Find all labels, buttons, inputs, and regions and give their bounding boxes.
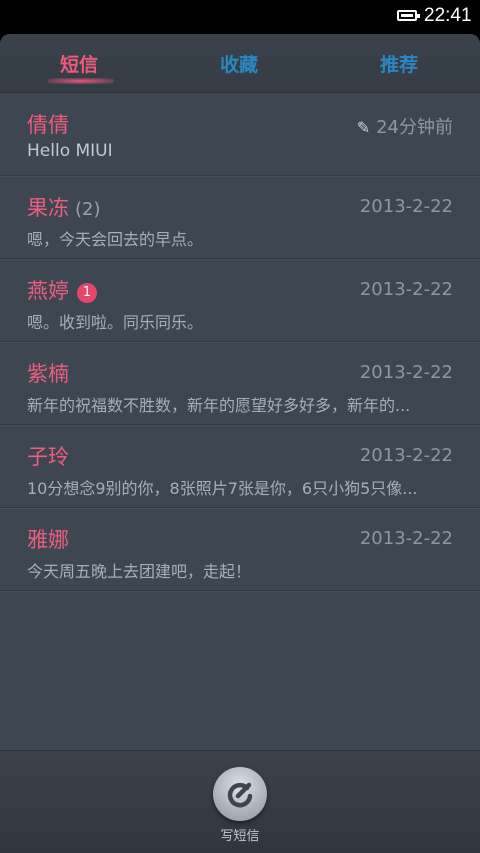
contact-name: 倩倩 <box>27 113 69 137</box>
message-preview: 新年的祝福数不胜数，新年的愿望好多好多，新年的... <box>27 396 411 415</box>
compose-button[interactable] <box>213 767 267 821</box>
conversation-row[interactable]: 子玲 2013-2-22 10分想念9别的你，8张照片7张是你，6只小狗5只像.… <box>0 425 480 508</box>
battery-icon <box>397 10 420 21</box>
status-bar: 22:41 <box>0 0 480 34</box>
message-time: 2013-2-22 <box>359 528 453 549</box>
draft-pencil-icon: ✎ <box>356 118 371 137</box>
tab-sms[interactable]: 短信 <box>60 50 98 77</box>
message-time: 2013-2-22 <box>359 362 453 383</box>
message-preview: Hello MIUI <box>27 141 113 161</box>
message-count: (2) <box>75 199 101 220</box>
conversation-row[interactable]: 果冻 (2) 2013-2-22 嗯，今天会回去的早点。 <box>0 176 480 259</box>
conversation-row[interactable]: 紫楠 2013-2-22 新年的祝福数不胜数，新年的愿望好多好多，新年的... <box>0 342 480 425</box>
active-tab-indicator <box>48 78 114 84</box>
conversation-row[interactable]: 雅娜 2013-2-22 今天周五晚上去团建吧，走起！ <box>0 508 480 591</box>
bottom-bar: 写短信 <box>0 750 480 853</box>
contact-name: 紫楠 <box>27 362 69 386</box>
messages-panel: 短信 收藏 推荐 倩倩 ✎ 24分钟前 Hello MIUI 果冻 (2) 2013… <box>0 34 480 853</box>
conversation-row[interactable]: 倩倩 ✎ 24分钟前 Hello MIUI <box>0 93 480 176</box>
conversation-list: 倩倩 ✎ 24分钟前 Hello MIUI 果冻 (2) 2013-2-22 嗯，今… <box>0 93 480 591</box>
tab-favorites[interactable]: 收藏 <box>220 50 258 77</box>
message-preview: 嗯，今天会回去的早点。 <box>27 230 204 249</box>
message-preview: 10分想念9别的你，8张照片7张是你，6只小狗5只像... <box>27 479 418 498</box>
unread-badge: 1 <box>77 283 97 303</box>
contact-name: 雅娜 <box>27 528 69 552</box>
status-time: 22:41 <box>424 5 472 26</box>
message-time: 2013-2-22 <box>359 196 453 217</box>
tab-bar: 短信 收藏 推荐 <box>0 34 480 93</box>
contact-name: 燕婷 1 <box>27 275 97 305</box>
contact-name: 子玲 <box>27 445 69 469</box>
tab-recommended[interactable]: 推荐 <box>380 50 418 77</box>
compose-icon <box>227 782 253 808</box>
message-time: ✎ 24分钟前 <box>356 117 453 138</box>
contact-name: 果冻 (2) <box>27 196 101 220</box>
conversation-row[interactable]: 燕婷 1 2013-2-22 嗯。收到啦。同乐同乐。 <box>0 259 480 342</box>
message-preview: 今天周五晚上去团建吧，走起！ <box>27 562 252 581</box>
message-preview: 嗯。收到啦。同乐同乐。 <box>27 313 204 332</box>
compose-label: 写短信 <box>220 829 260 844</box>
message-time: 2013-2-22 <box>359 279 453 300</box>
message-time: 2013-2-22 <box>359 445 453 466</box>
